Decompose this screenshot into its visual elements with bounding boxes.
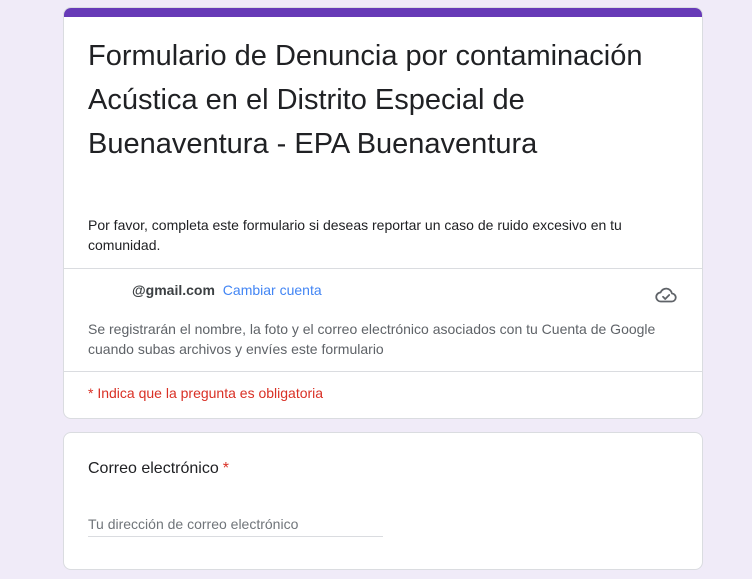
form-header-card: Formulario de Denuncia por contaminación… [63,7,703,419]
required-note: * Indica que la pregunta es obligatoria [88,385,324,401]
switch-account-link[interactable]: Cambiar cuenta [223,282,322,298]
email-question-card: Correo electrónico * [63,432,703,570]
required-asterisk: * [222,460,229,477]
account-email: @gmail.com [132,282,215,298]
account-row: @gmail.com Cambiar cuenta [132,280,322,300]
form-title: Formulario de Denuncia por contaminación… [88,40,643,160]
accent-bar [64,8,702,17]
question-title: Correo electrónico [88,460,219,477]
privacy-notice: Se registrarán el nombre, la foto y el c… [88,321,656,357]
email-field[interactable] [88,511,383,537]
cloud-check-icon[interactable] [654,283,678,307]
divider [64,268,702,269]
question-label: Correo electrónico * [88,459,229,479]
form-description: Por favor, completa este formulario si d… [88,217,622,253]
divider [64,371,702,372]
